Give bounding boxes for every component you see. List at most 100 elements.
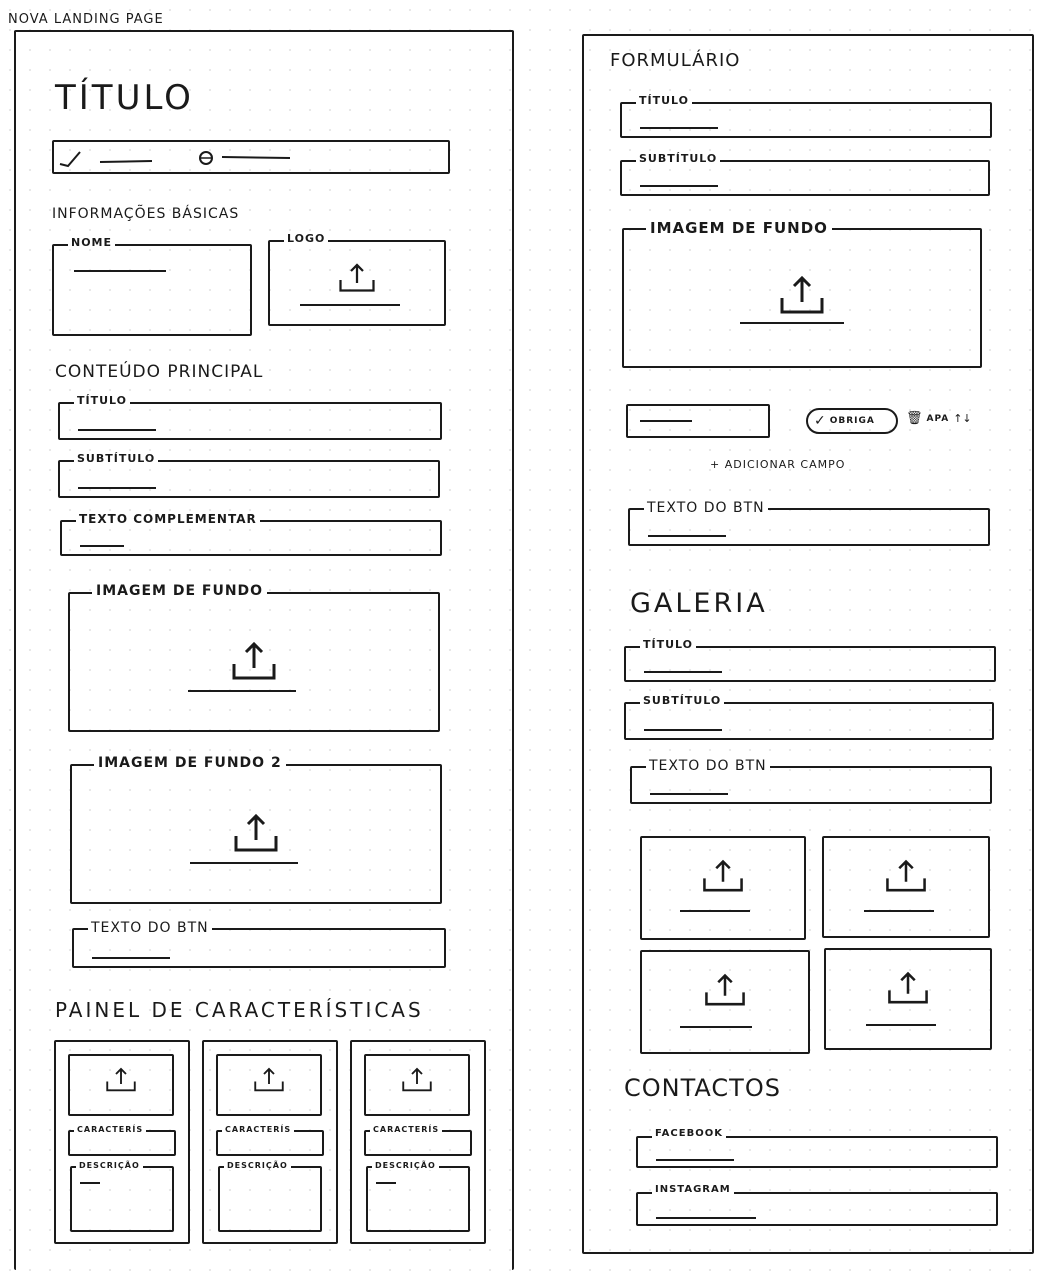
logo-upload-label: LOGO — [284, 232, 329, 245]
form-bg-image-upload-label: IMAGEM DE FUNDO — [646, 219, 832, 237]
delete-field-label: APA — [926, 413, 950, 424]
form-button-text-value-line — [648, 535, 726, 537]
feature-image-upload[interactable] — [364, 1054, 470, 1116]
progress-track-icon — [59, 151, 291, 168]
main-subtitle-field-label: SUBTÍTULO — [74, 452, 159, 465]
logo-upload-caption-line — [300, 304, 400, 306]
upload-icon — [249, 1064, 289, 1094]
feature-description-label: DESCRIÇÃO — [224, 1161, 291, 1170]
upload-icon — [397, 1064, 437, 1094]
bg-image2-upload-label: IMAGEM DE FUNDO 2 — [94, 755, 286, 771]
feature-card: CARACTERÍS DESCRIÇÃO — [54, 1040, 190, 1244]
main-title-field-label: TÍTULO — [74, 394, 130, 407]
feature-description-label: DESCRIÇÃO — [372, 1161, 439, 1170]
logo-upload[interactable]: LOGO — [268, 232, 446, 326]
gallery-image-caption-line — [866, 1024, 936, 1026]
bg-image-upload[interactable]: IMAGEM DE FUNDO — [68, 583, 440, 732]
feature-description-field[interactable]: DESCRIÇÃO — [366, 1161, 470, 1232]
add-field-link[interactable]: + ADICIONAR CAMPO — [710, 458, 845, 471]
upload-icon — [224, 810, 288, 854]
delete-field-button[interactable]: 🗑 APA ↑↓ — [906, 412, 972, 425]
features-heading: PAINEL DE CARACTERÍSTICAS — [55, 998, 424, 1022]
main-content-heading: CONTEÚDO PRINCIPAL — [55, 362, 264, 382]
button-text-field[interactable]: TEXTO DO BTN — [72, 920, 446, 968]
main-subtitle-field[interactable]: SUBTÍTULO — [58, 452, 440, 498]
facebook-field-label: FACEBOOK — [652, 1128, 726, 1139]
feature-description-field[interactable]: DESCRIÇÃO — [218, 1161, 322, 1232]
gallery-subtitle-field[interactable]: SUBTÍTULO — [624, 694, 994, 740]
upload-icon — [333, 260, 381, 294]
gallery-image-caption-line — [680, 910, 750, 912]
basic-info-heading: INFORMAÇÕES BÁSICAS — [52, 206, 240, 222]
reorder-arrows-icon[interactable]: ↑↓ — [953, 413, 971, 424]
required-toggle-label: OBRIGA — [829, 416, 875, 426]
progress-stepper — [52, 140, 450, 174]
feature-name-field[interactable]: CARACTERÍS — [68, 1125, 176, 1156]
main-title-field[interactable]: TÍTULO — [58, 394, 442, 440]
gallery-image-caption-line — [680, 1026, 752, 1028]
instagram-field-label: INSTAGRAM — [652, 1184, 734, 1195]
gallery-subtitle-value-line — [644, 729, 722, 731]
feature-description-field[interactable]: DESCRIÇÃO — [70, 1161, 174, 1232]
gallery-image-caption-line — [864, 910, 934, 912]
gallery-button-text-value-line — [650, 793, 728, 795]
form-heading: FORMULÁRIO — [610, 50, 741, 71]
main-subtitle-value-line — [78, 487, 156, 489]
bg-image2-caption-line — [190, 862, 298, 864]
feature-name-field[interactable]: CARACTERÍS — [364, 1125, 472, 1156]
contacts-heading: CONTACTOS — [624, 1074, 781, 1102]
form-title-value-line — [640, 127, 718, 129]
form-subtitle-value-line — [640, 185, 718, 187]
feature-name-label: CARACTERÍS — [370, 1125, 443, 1134]
gallery-image-upload[interactable] — [822, 836, 990, 938]
gallery-image-upload[interactable] — [640, 950, 810, 1054]
upload-icon — [879, 856, 933, 894]
main-title-value-line — [78, 429, 156, 431]
form-subtitle-field-label: SUBTÍTULO — [636, 152, 721, 165]
custom-field-value-line — [640, 420, 692, 422]
instagram-value-line — [656, 1217, 756, 1219]
feature-description-line — [80, 1182, 100, 1184]
name-field-label: NOME — [68, 236, 116, 249]
instagram-field[interactable]: INSTAGRAM — [636, 1184, 998, 1226]
feature-card: CARACTERÍS DESCRIÇÃO — [202, 1040, 338, 1244]
check-icon: ✓ — [814, 413, 826, 429]
feature-description-line — [376, 1182, 396, 1184]
gallery-heading: GALERIA — [630, 588, 768, 619]
gallery-image-upload[interactable] — [640, 836, 806, 940]
upload-icon — [222, 638, 286, 682]
gallery-subtitle-field-label: SUBTÍTULO — [640, 694, 725, 707]
feature-image-upload[interactable] — [216, 1054, 322, 1116]
gallery-title-field-label: TÍTULO — [640, 638, 696, 651]
button-text-value-line — [92, 957, 170, 959]
upload-icon — [696, 856, 750, 894]
bg-image-upload-label: IMAGEM DE FUNDO — [92, 583, 268, 599]
custom-field-input[interactable] — [626, 404, 770, 438]
form-bg-image-upload[interactable]: IMAGEM DE FUNDO — [622, 219, 982, 368]
required-toggle[interactable]: ✓ OBRIGA — [806, 408, 898, 434]
feature-name-field[interactable]: CARACTERÍS — [216, 1125, 324, 1156]
facebook-field[interactable]: FACEBOOK — [636, 1128, 998, 1168]
name-field-value-line — [74, 270, 166, 272]
form-subtitle-field[interactable]: SUBTÍTULO — [620, 152, 990, 196]
gallery-image-upload[interactable] — [824, 948, 992, 1050]
form-button-text-field[interactable]: TEXTO DO BTN — [628, 500, 990, 546]
complementary-text-field-label: TEXTO COMPLEMENTAR — [76, 512, 260, 526]
bg-image2-upload[interactable]: IMAGEM DE FUNDO 2 — [70, 755, 442, 904]
feature-card: CARACTERÍS DESCRIÇÃO — [350, 1040, 486, 1244]
complementary-text-field[interactable]: TEXTO COMPLEMENTAR — [60, 512, 442, 556]
feature-name-label: CARACTERÍS — [74, 1125, 147, 1134]
feature-image-upload[interactable] — [68, 1054, 174, 1116]
name-field[interactable]: NOME — [52, 236, 252, 336]
trash-icon: 🗑 — [906, 411, 923, 426]
gallery-button-text-field-label: TEXTO DO BTN — [646, 758, 770, 774]
upload-icon — [101, 1064, 141, 1094]
feature-name-label: CARACTERÍS — [222, 1125, 295, 1134]
gallery-title-value-line — [644, 671, 722, 673]
button-text-field-label: TEXTO DO BTN — [88, 920, 212, 936]
form-bg-image-caption-line — [740, 322, 844, 324]
gallery-button-text-field[interactable]: TEXTO DO BTN — [630, 758, 992, 804]
page-title: NOVA LANDING PAGE — [8, 12, 164, 27]
form-title-field[interactable]: TÍTULO — [620, 94, 992, 138]
gallery-title-field[interactable]: TÍTULO — [624, 638, 996, 682]
